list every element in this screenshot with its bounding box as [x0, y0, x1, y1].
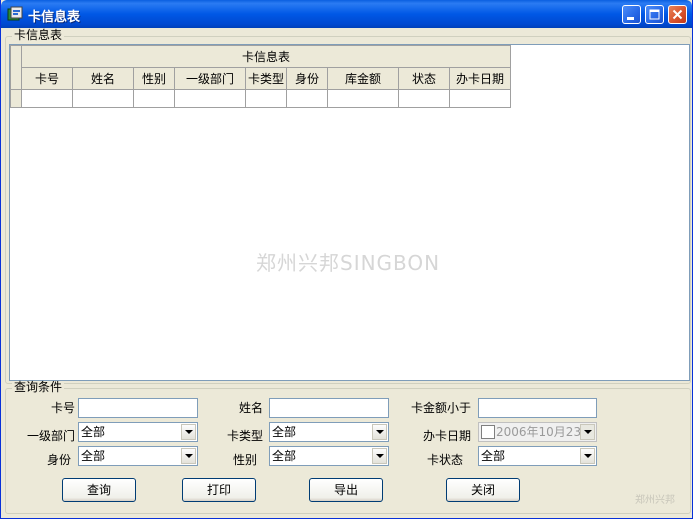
- gender-dropdown-button[interactable]: [372, 448, 387, 464]
- column-header[interactable]: 一级部门: [174, 67, 246, 90]
- dept-select-value: 全部: [81, 425, 106, 439]
- card-info-window: 卡信息表 卡信息表 卡信息表 卡号 姓名 性别 一级部门 卡类型 身份 库金额 …: [0, 0, 693, 519]
- gender-label: 性别: [232, 453, 257, 467]
- close-icon: [672, 9, 683, 20]
- chevron-down-icon: [376, 430, 384, 434]
- column-header[interactable]: 姓名: [72, 67, 134, 90]
- query-button[interactable]: 查询: [62, 478, 136, 502]
- row-indicator-header: [10, 45, 22, 90]
- column-header[interactable]: 性别: [133, 67, 175, 90]
- row-indicator[interactable]: [10, 89, 22, 108]
- minimize-button[interactable]: [622, 5, 641, 24]
- card-table[interactable]: 卡信息表 卡号 姓名 性别 一级部门 卡类型 身份 库金额 状态 办卡日期: [10, 45, 511, 108]
- chevron-down-icon: [185, 430, 193, 434]
- name-input[interactable]: [269, 398, 389, 418]
- minimize-icon: [627, 17, 634, 20]
- table-cell[interactable]: [133, 89, 175, 108]
- watermark: 郑州兴邦SINGBON: [256, 251, 441, 275]
- card-no-label: 卡号: [50, 401, 75, 415]
- table-row[interactable]: [10, 89, 511, 108]
- issue-date-value: 2006年10月23日: [496, 425, 594, 439]
- status-select[interactable]: 全部: [478, 446, 597, 466]
- maximize-icon: [649, 9, 660, 20]
- chevron-down-icon: [376, 454, 384, 458]
- identity-dropdown-button[interactable]: [181, 448, 196, 464]
- amount-lt-input[interactable]: [478, 398, 597, 418]
- column-header[interactable]: 卡号: [21, 67, 73, 90]
- column-header[interactable]: 状态: [398, 67, 450, 90]
- issue-date-label: 办卡日期: [422, 429, 471, 443]
- close-window-button[interactable]: [668, 5, 687, 24]
- maximize-button[interactable]: [645, 5, 664, 24]
- card-type-select[interactable]: 全部: [269, 422, 389, 442]
- query-group-label: 查询条件: [12, 380, 65, 394]
- gender-select[interactable]: 全部: [269, 446, 389, 466]
- table-cell[interactable]: [72, 89, 134, 108]
- column-header[interactable]: 办卡日期: [449, 67, 511, 90]
- close-button[interactable]: 关闭: [446, 478, 520, 502]
- window-title: 卡信息表: [28, 10, 81, 25]
- status-select-value: 全部: [481, 449, 506, 463]
- print-button[interactable]: 打印: [182, 478, 256, 502]
- dept-dropdown-button[interactable]: [181, 424, 196, 440]
- issue-date-dropdown-button[interactable]: [580, 424, 595, 440]
- card-grid[interactable]: 卡信息表 卡号 姓名 性别 一级部门 卡类型 身份 库金额 状态 办卡日期 郑州…: [9, 44, 690, 381]
- table-cell[interactable]: [286, 89, 328, 108]
- app-icon: [7, 6, 23, 21]
- status-label: 卡状态: [426, 453, 463, 467]
- chevron-down-icon: [584, 430, 592, 434]
- card-no-input[interactable]: [78, 398, 198, 418]
- table-cell[interactable]: [174, 89, 246, 108]
- dept-select[interactable]: 全部: [78, 422, 198, 442]
- issue-date-picker[interactable]: 2006年10月23日: [478, 422, 597, 442]
- name-label: 姓名: [238, 401, 263, 415]
- title-bar[interactable]: 卡信息表: [1, 0, 692, 28]
- corner-watermark: 郑州兴邦: [635, 495, 675, 506]
- chevron-down-icon: [584, 454, 592, 458]
- table-cell[interactable]: [245, 89, 287, 108]
- card-type-dropdown-button[interactable]: [372, 424, 387, 440]
- grid-group-header: 卡信息表: [21, 45, 511, 68]
- chevron-down-icon: [185, 454, 193, 458]
- status-dropdown-button[interactable]: [580, 448, 595, 464]
- table-cell[interactable]: [398, 89, 450, 108]
- card-type-select-value: 全部: [272, 425, 297, 439]
- issue-date-checkbox[interactable]: [481, 425, 495, 439]
- column-header[interactable]: 库金额: [327, 67, 399, 90]
- identity-select-value: 全部: [81, 449, 106, 463]
- card-type-label: 卡类型: [226, 429, 263, 443]
- identity-label: 身份: [46, 453, 71, 467]
- gender-select-value: 全部: [272, 449, 297, 463]
- table-cell[interactable]: [449, 89, 511, 108]
- column-header[interactable]: 卡类型: [245, 67, 287, 90]
- table-cell[interactable]: [21, 89, 73, 108]
- column-header[interactable]: 身份: [286, 67, 328, 90]
- grid-group-label: 卡信息表: [12, 28, 65, 42]
- table-cell[interactable]: [327, 89, 399, 108]
- identity-select[interactable]: 全部: [78, 446, 198, 466]
- export-button[interactable]: 导出: [309, 478, 383, 502]
- amount-lt-label: 卡金额小于: [410, 401, 471, 415]
- dept-label: 一级部门: [26, 429, 75, 443]
